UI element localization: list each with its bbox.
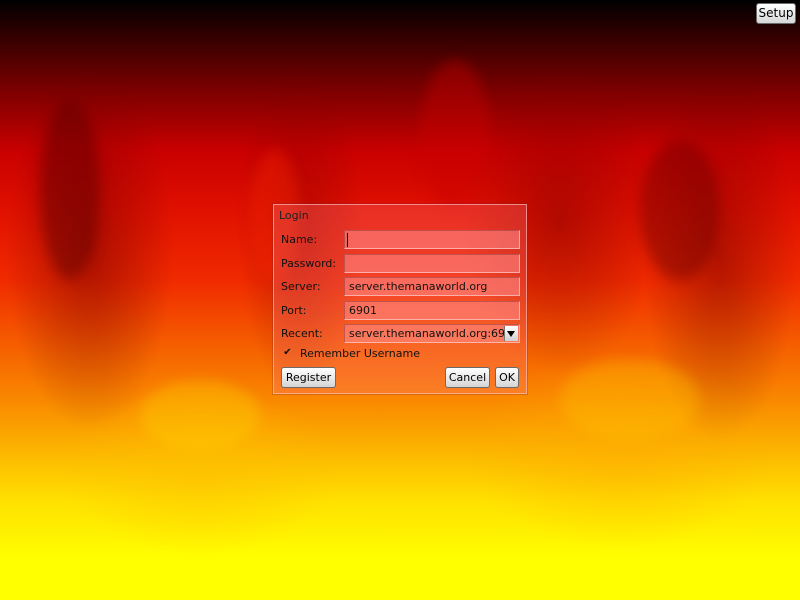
- chevron-down-icon[interactable]: [504, 326, 518, 341]
- cancel-button[interactable]: Cancel: [445, 367, 490, 388]
- window-title: Login: [279, 209, 309, 222]
- login-window: Login Name: Password: Server: server.the…: [273, 204, 527, 394]
- remember-checkbox[interactable]: ✔: [282, 348, 293, 359]
- password-label: Password:: [281, 257, 337, 270]
- name-label: Name:: [281, 233, 318, 246]
- server-label: Server:: [281, 280, 321, 293]
- server-field[interactable]: server.themanaworld.org: [344, 277, 520, 296]
- flame-wisp: [640, 140, 720, 280]
- port-field[interactable]: 6901: [344, 301, 520, 320]
- setup-button[interactable]: Setup: [756, 3, 796, 24]
- flame-wisp: [560, 360, 700, 440]
- password-field[interactable]: [344, 254, 520, 273]
- name-field[interactable]: [344, 230, 520, 249]
- text-caret: [347, 233, 348, 247]
- server-value: server.themanaworld.org: [349, 280, 488, 293]
- flame-wisp: [140, 380, 260, 450]
- recent-label: Recent:: [281, 327, 323, 340]
- recent-value: server.themanaworld.org:6901: [349, 327, 520, 340]
- ok-button[interactable]: OK: [495, 367, 519, 388]
- port-value: 6901: [349, 304, 377, 317]
- flame-wisp: [40, 100, 100, 280]
- register-button[interactable]: Register: [281, 367, 336, 388]
- recent-dropdown[interactable]: server.themanaworld.org:6901: [344, 324, 520, 343]
- port-label: Port:: [281, 304, 307, 317]
- remember-label: Remember Username: [300, 347, 420, 360]
- flame-wisp: [420, 60, 490, 210]
